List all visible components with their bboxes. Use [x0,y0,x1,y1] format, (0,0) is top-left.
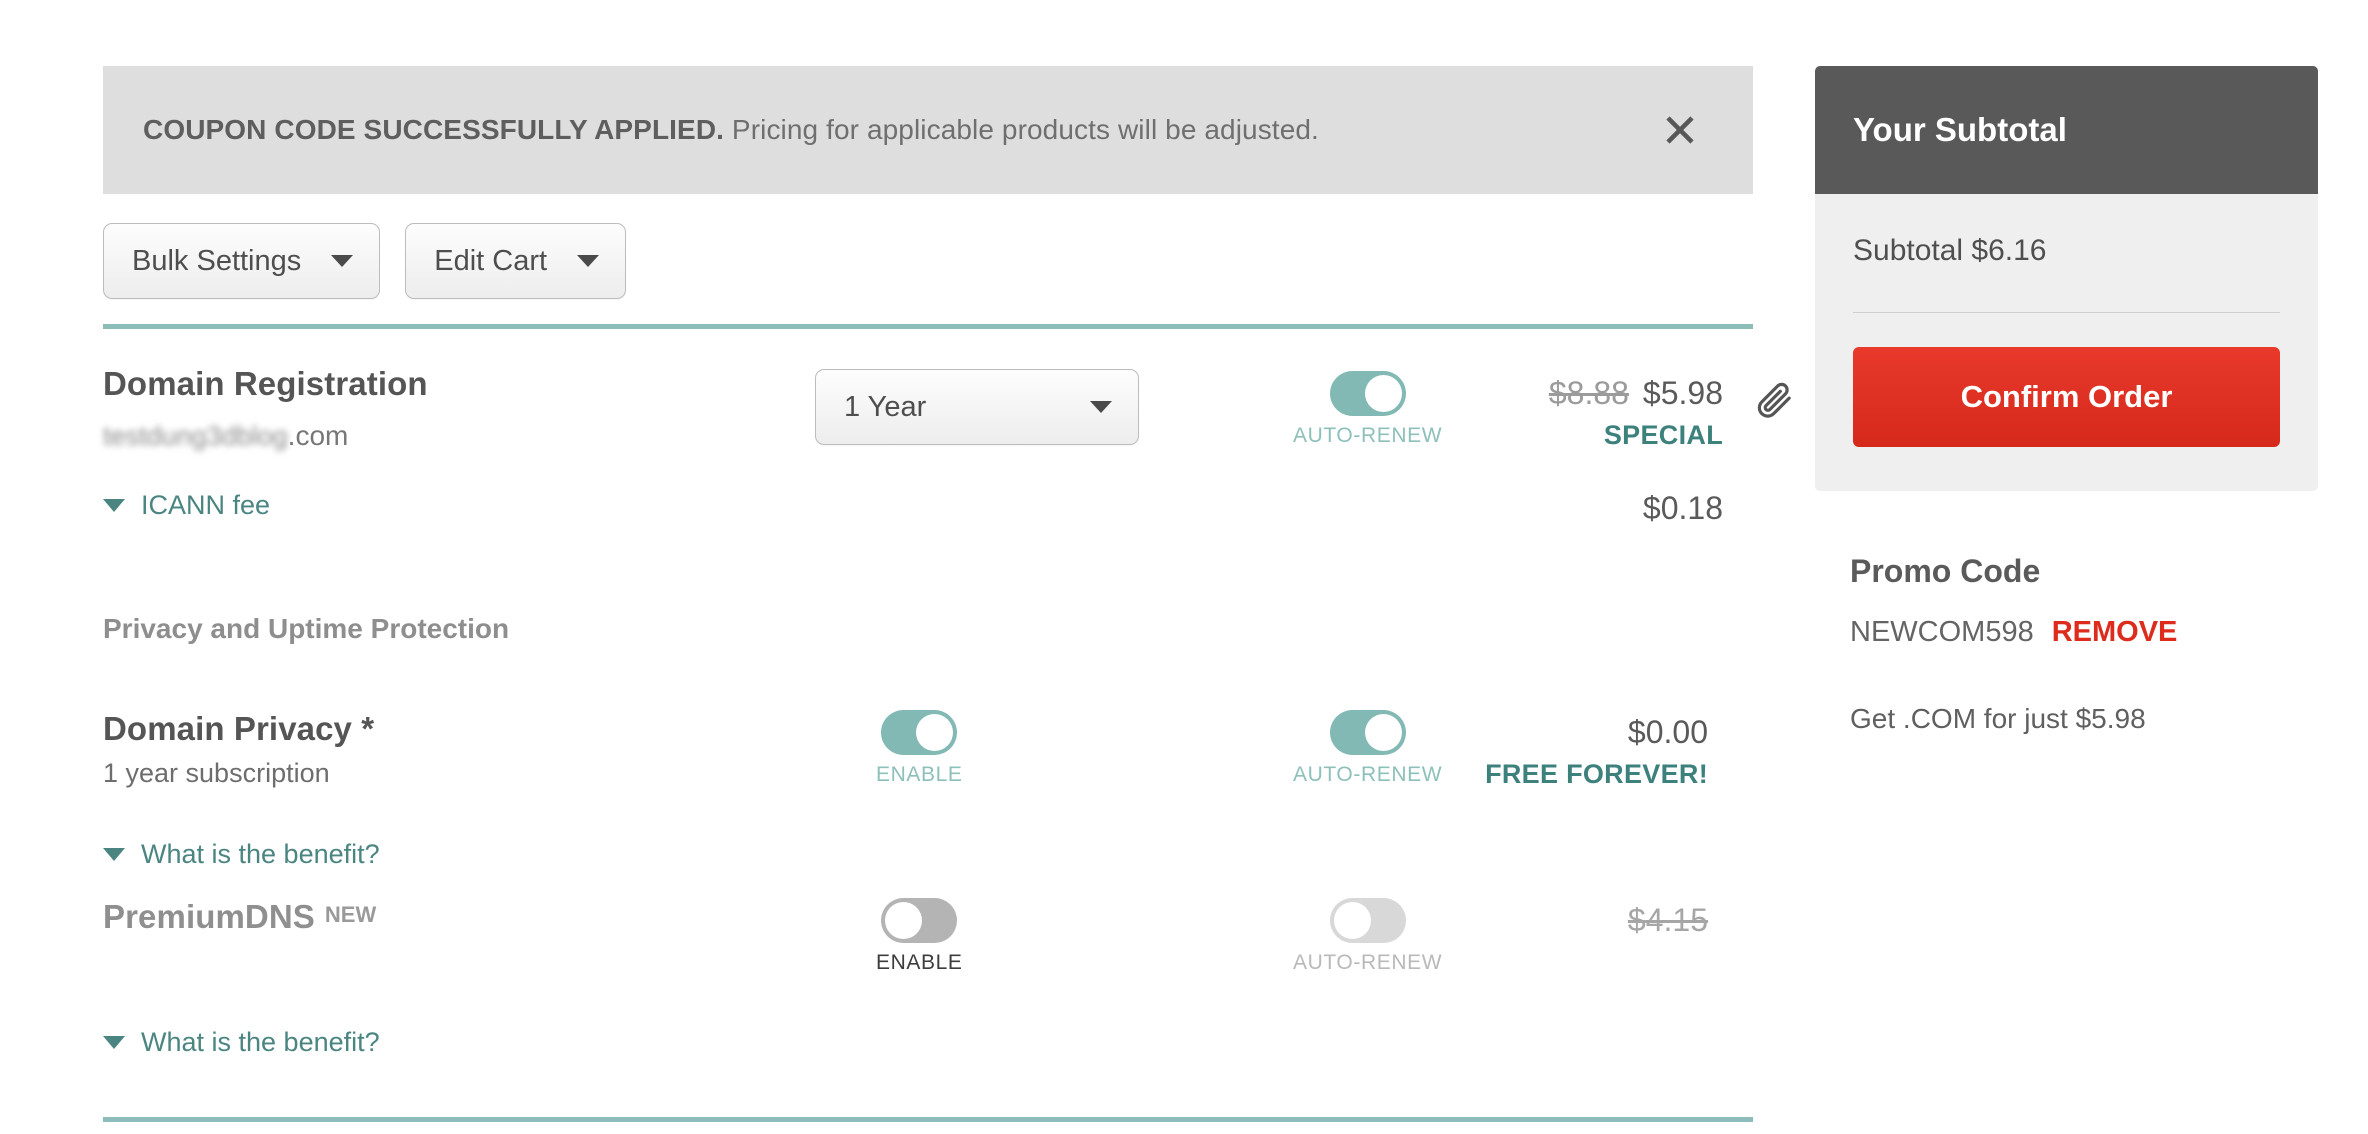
icann-fee-label: ICANN fee [141,490,271,520]
toggle-track [1329,371,1406,416]
paperclip-icon[interactable] [1755,379,1795,419]
toggle-knob [885,902,923,939]
premiumdns-title-wrap: PremiumDNS NEW [103,898,376,936]
toggle-track [1329,898,1406,943]
coupon-banner: COUPON CODE SUCCESSFULLY APPLIED. Pricin… [103,66,1753,194]
toggle-track [881,898,958,943]
premiumdns-price: $4.15 [1627,902,1708,938]
premiumdns-benefit-disclosure[interactable]: What is the benefit? [103,1027,380,1058]
cart-column: COUPON CODE SUCCESSFULLY APPLIED. Pricin… [103,0,1862,1134]
domain-privacy-price-tag: FREE FOREVER! [1485,759,1708,789]
premiumdns-enable-label: ENABLE [876,951,963,974]
promo-note: Get .COM for just $5.98 [1850,703,2146,734]
toggle-knob [1333,902,1371,939]
cart-page: COUPON CODE SUCCESSFULLY APPLIED. Pricin… [0,0,2368,1134]
icann-fee-price: $0.18 [1642,490,1723,526]
protection-section-heading: Privacy and Uptime Protection [103,613,510,644]
icann-fee-row: ICANN fee $0.18 [103,490,1753,550]
domain-privacy-enable-label: ENABLE [876,763,963,786]
domain-name-tld: .com [287,420,349,451]
premiumdns-title: PremiumDNS [103,898,315,935]
term-select-value: 1 Year [844,390,927,423]
premiumdns-autorenew-label: AUTO-RENEW [1293,951,1443,974]
toggle-knob [1364,714,1402,751]
domain-price-block: $8.88 $5.98 SPECIAL [1403,375,1723,451]
domain-name-redacted: testdung3dblog [103,421,288,451]
domain-privacy-row: Domain Privacy * 1 year subscription ENA… [103,710,1753,890]
subtotal-card-header: Your Subtotal [1815,66,2318,194]
domain-privacy-price: $0.00 [1627,714,1708,750]
promo-code-section: Promo Code NEWCOM598 REMOVE Get .COM for … [1815,553,2318,735]
coupon-banner-strong: COUPON CODE SUCCESSFULLY APPLIED. [143,114,725,145]
premiumdns-enable-toggle[interactable]: ENABLE [876,898,962,975]
domain-registration-title: Domain Registration [103,365,428,402]
domain-price-old: $8.88 [1548,375,1629,411]
premiumdns-new-badge: NEW [324,901,377,927]
subtotal-amount: Subtotal $6.16 [1853,234,2047,267]
chevron-down-icon [103,1036,125,1049]
domain-privacy-enable-toggle[interactable]: ENABLE [876,710,962,787]
bulk-settings-button[interactable]: Bulk Settings [103,223,381,299]
domain-price-tag: SPECIAL [1603,420,1723,450]
premiumdns-row: PremiumDNS NEW ENABLE AUTO-RENEW $4.15 Wh… [103,898,1753,1088]
domain-privacy-price-block: $0.00 FREE FOREVER! [1403,714,1708,790]
domain-privacy-title: Domain Privacy * [103,710,375,747]
domain-privacy-benefit-label: What is the benefit? [141,839,380,869]
toggle-knob [1364,375,1402,412]
icann-fee-disclosure[interactable]: ICANN fee [103,490,270,521]
premiumdns-price-block: $4.15 [1403,902,1708,939]
bulk-settings-label: Bulk Settings [132,244,302,277]
toggle-track [881,710,958,755]
subtotal-divider [1853,312,2280,313]
edit-cart-label: Edit Cart [434,244,548,277]
coupon-banner-text: COUPON CODE SUCCESSFULLY APPLIED. Pricin… [143,114,1319,146]
promo-code-value: NEWCOM598 [1850,616,2034,648]
term-select[interactable]: 1 Year [815,369,1139,445]
order-sidebar: Your Subtotal Subtotal $6.16 Confirm Ord… [1815,66,2318,735]
coupon-banner-message: Pricing for applicable products will be … [731,114,1319,145]
domain-price-new: $5.98 [1642,375,1723,411]
edit-cart-button[interactable]: Edit Cart [405,223,627,299]
icann-fee-price-block: $0.18 [1403,490,1723,527]
chevron-down-icon [577,255,600,267]
domain-privacy-benefit-disclosure[interactable]: What is the benefit? [103,839,380,870]
chevron-down-icon [103,499,125,512]
promo-code-line: NEWCOM598 REMOVE [1850,616,2318,649]
divider-top [103,324,1753,329]
confirm-order-button[interactable]: Confirm Order [1853,347,2280,447]
cart-toolbar: Bulk Settings Edit Cart [103,223,627,301]
chevron-down-icon [1090,401,1112,413]
premiumdns-benefit-label: What is the benefit? [141,1027,380,1057]
promo-remove-link[interactable]: REMOVE [2052,616,2178,648]
divider-bottom [103,1117,1753,1122]
subtotal-card-body: Subtotal $6.16 Confirm Order [1815,194,2318,491]
promo-code-title: Promo Code [1850,553,2041,589]
toggle-knob [916,714,954,751]
subtotal-card: Your Subtotal Subtotal $6.16 Confirm Ord… [1815,66,2318,491]
close-icon[interactable] [1659,109,1701,151]
chevron-down-icon [103,848,125,861]
chevron-down-icon [331,255,354,267]
toggle-track [1329,710,1406,755]
subtotal-card-title: Your Subtotal [1853,111,2067,148]
domain-name: testdung3dblog.com [103,411,428,452]
domain-privacy-subtitle: 1 year subscription [103,758,330,788]
